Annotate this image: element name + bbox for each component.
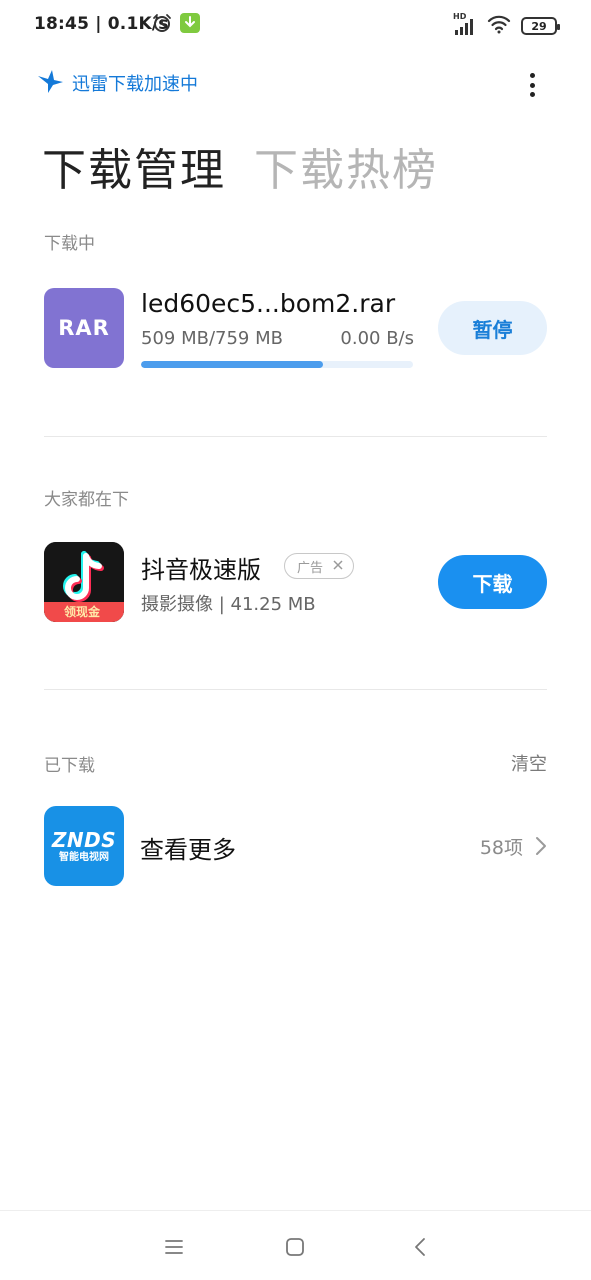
pause-button[interactable]: 暂停 xyxy=(438,301,547,355)
app-meta: 摄影摄像 | 41.25 MB xyxy=(141,594,316,615)
back-icon[interactable] xyxy=(408,1235,432,1259)
status-bar: 18:45 | 0.1K/s HD 29 xyxy=(0,0,591,52)
downloaded-count: 58项 xyxy=(479,837,523,859)
douyin-app-icon: 领现金 xyxy=(44,542,124,622)
page-tabs: 下载管理 下载热榜 xyxy=(42,134,438,198)
signal-icon: HD xyxy=(453,12,477,36)
section-title-downloading: 下载中 xyxy=(44,234,95,254)
status-left-icons xyxy=(152,13,200,37)
download-progress-fill xyxy=(141,361,324,368)
rar-file-icon: RAR xyxy=(44,288,124,368)
section-title-downloaded: 已下载 xyxy=(44,756,95,776)
clear-button[interactable]: 清空 xyxy=(511,750,547,776)
status-right-icons: HD 29 xyxy=(453,12,560,38)
download-button[interactable]: 下载 xyxy=(438,555,547,609)
brand-text: 迅雷下载加速中 xyxy=(72,74,198,95)
icon-banner-text: 领现金 xyxy=(64,605,101,619)
znds-logo-text: ZNDS xyxy=(51,827,117,852)
znds-sub-text: 智能电视网 xyxy=(59,851,109,863)
tab-download-ranking[interactable]: 下载热榜 xyxy=(254,134,438,198)
file-size: 509 MB/759 MB xyxy=(141,328,283,349)
alarm-icon xyxy=(152,13,172,37)
tab-download-manager[interactable]: 下载管理 xyxy=(42,134,226,198)
ad-badge: 广告 xyxy=(284,553,355,579)
xunlei-bird-icon xyxy=(36,68,64,98)
divider xyxy=(44,689,547,690)
file-name: led60ec5...bom2.rar xyxy=(141,289,396,318)
battery-icon: 29 xyxy=(521,17,560,35)
system-nav-bar xyxy=(0,1210,591,1280)
status-time: 18:45 | 0.1K/s xyxy=(34,14,169,34)
download-notification-icon xyxy=(180,13,200,37)
chevron-right-icon[interactable] xyxy=(535,836,547,860)
battery-level: 29 xyxy=(531,19,547,33)
download-speed: 0.00 B/s xyxy=(340,328,414,349)
section-title-popular: 大家都在下 xyxy=(44,490,129,510)
divider xyxy=(44,436,547,437)
more-vertical-icon[interactable] xyxy=(524,70,540,100)
home-icon[interactable] xyxy=(283,1235,307,1259)
file-type-label: RAR xyxy=(58,316,110,340)
view-more-link[interactable]: 查看更多 xyxy=(140,830,236,865)
app-header: 迅雷下载加速中 xyxy=(36,68,556,102)
download-progress xyxy=(141,361,413,368)
close-icon[interactable] xyxy=(333,559,343,574)
app-name: 抖音极速版 xyxy=(141,556,261,584)
menu-icon[interactable] xyxy=(162,1235,186,1259)
znds-app-icon: ZNDS 智能电视网 xyxy=(44,806,124,886)
wifi-icon xyxy=(487,14,511,38)
brand: 迅雷下载加速中 xyxy=(36,68,556,98)
ad-label: 广告 xyxy=(297,560,324,576)
